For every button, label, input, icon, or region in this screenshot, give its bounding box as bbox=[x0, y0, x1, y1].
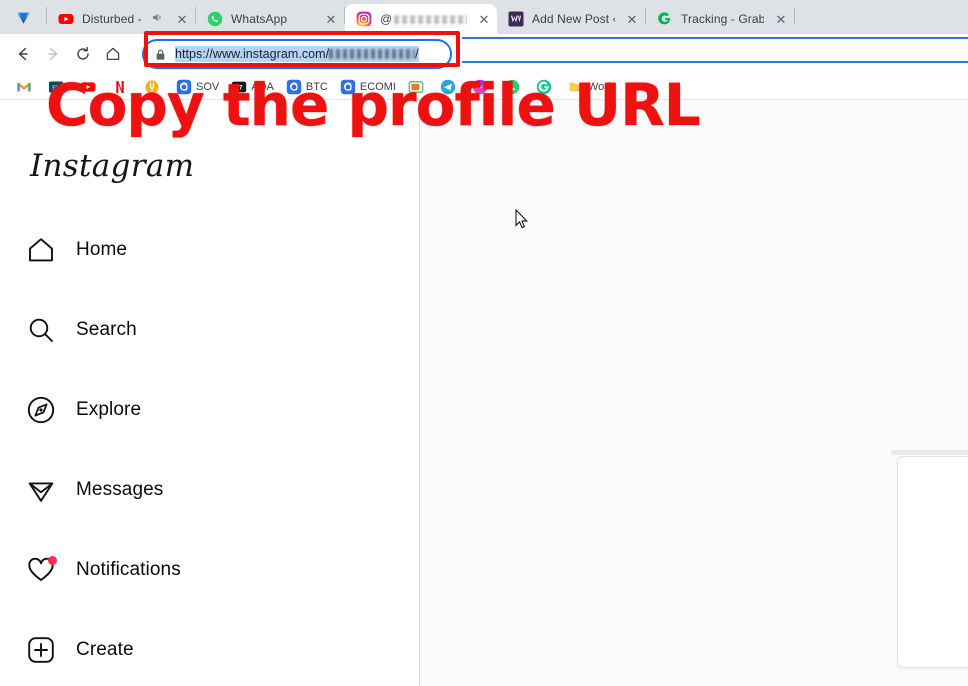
tab-title: Add New Post ‹ bbox=[532, 12, 615, 26]
sidebar-item-messages[interactable]: Messages bbox=[22, 464, 402, 516]
page-viewport: Instagram Home Search Explore Messages N… bbox=[0, 100, 968, 686]
lock-icon[interactable] bbox=[154, 48, 167, 61]
instagram-sidebar: Instagram Home Search Explore Messages N… bbox=[0, 100, 420, 686]
tab-instagram-profile[interactable]: @ ✕ bbox=[345, 4, 497, 34]
browser-toolbar: https://www.instagram.com// bbox=[0, 34, 968, 74]
omnibox-wrap: https://www.instagram.com// bbox=[134, 39, 968, 69]
close-icon[interactable]: ✕ bbox=[772, 10, 790, 28]
instagram-icon bbox=[356, 11, 372, 27]
tab-title: @ bbox=[380, 12, 467, 26]
sidebar-item-label: Home bbox=[76, 239, 128, 260]
bookmark-gmail[interactable] bbox=[10, 76, 42, 98]
tab-tracking-grab[interactable]: Tracking - Grabi ✕ bbox=[646, 4, 794, 34]
sidebar-item-label: Explore bbox=[76, 399, 142, 420]
annotation-text: Copy the profile URL bbox=[46, 71, 701, 139]
sidebar-item-label: Search bbox=[76, 319, 137, 340]
mouse-cursor bbox=[515, 208, 529, 235]
gmail-icon bbox=[16, 79, 32, 95]
tab-whatsapp[interactable]: WhatsApp ✕ bbox=[196, 4, 344, 34]
content-card[interactable] bbox=[897, 456, 968, 668]
instagram-logo[interactable]: Instagram bbox=[30, 148, 194, 184]
sidebar-item-search[interactable]: Search bbox=[22, 304, 402, 356]
omnibox-edge-line bbox=[462, 37, 968, 39]
reload-icon[interactable] bbox=[68, 39, 98, 69]
sidebar-item-label: Notifications bbox=[76, 559, 181, 580]
sidebar-item-label: Messages bbox=[76, 479, 164, 500]
youtube-icon bbox=[58, 11, 74, 27]
tab-add-new-post[interactable]: Add New Post ‹ ✕ bbox=[497, 4, 645, 34]
instagram-nav: Home Search Explore Messages Notificatio… bbox=[22, 224, 402, 686]
close-icon[interactable]: ✕ bbox=[322, 10, 340, 28]
sidebar-item-explore[interactable]: Explore bbox=[22, 384, 402, 436]
sidebar-item-notifications[interactable]: Notifications bbox=[22, 544, 402, 596]
status-badge bbox=[48, 556, 57, 565]
redacted-username bbox=[394, 15, 467, 24]
search-icon bbox=[26, 315, 56, 345]
instagram-main-content bbox=[421, 100, 968, 686]
messages-paperplane-icon bbox=[26, 475, 56, 505]
omnibox-edge-line-lower bbox=[462, 61, 968, 63]
sidebar-item-label: Create bbox=[76, 639, 134, 660]
close-icon[interactable]: ✕ bbox=[475, 10, 493, 28]
close-icon[interactable]: ✕ bbox=[173, 10, 191, 28]
sidebar-item-home[interactable]: Home bbox=[22, 224, 402, 276]
home-icon[interactable] bbox=[98, 39, 128, 69]
close-icon[interactable]: ✕ bbox=[623, 10, 641, 28]
tab-youtube[interactable]: Disturbed - ✕ bbox=[47, 4, 195, 34]
vivaldi-diamond-icon[interactable] bbox=[0, 0, 46, 34]
wordpress-w-icon bbox=[508, 11, 524, 27]
whatsapp-icon bbox=[207, 11, 223, 27]
back-icon[interactable] bbox=[8, 39, 38, 69]
home-icon bbox=[26, 235, 56, 265]
redacted-url-segment bbox=[329, 49, 416, 59]
tab-title: Disturbed - bbox=[82, 12, 142, 26]
tab-audio-icon[interactable] bbox=[151, 11, 165, 27]
content-card-top-edge bbox=[891, 450, 968, 455]
url-text[interactable]: https://www.instagram.com// bbox=[175, 46, 419, 62]
address-bar[interactable]: https://www.instagram.com// bbox=[142, 39, 452, 69]
tab-strip: Disturbed - ✕ WhatsApp ✕ @ ✕ Add New Pos… bbox=[0, 0, 968, 34]
sidebar-item-create[interactable]: Create bbox=[22, 624, 402, 676]
grab-g-icon bbox=[657, 11, 673, 27]
tab-title: WhatsApp bbox=[231, 12, 288, 26]
notifications-heart-icon bbox=[26, 555, 57, 585]
tab-divider bbox=[794, 6, 795, 24]
browser-window: Disturbed - ✕ WhatsApp ✕ @ ✕ Add New Pos… bbox=[0, 0, 968, 686]
create-plus-icon bbox=[26, 635, 56, 665]
tab-title: Tracking - Grabi bbox=[681, 12, 764, 26]
forward-icon[interactable] bbox=[38, 39, 68, 69]
explore-compass-icon bbox=[26, 395, 56, 425]
